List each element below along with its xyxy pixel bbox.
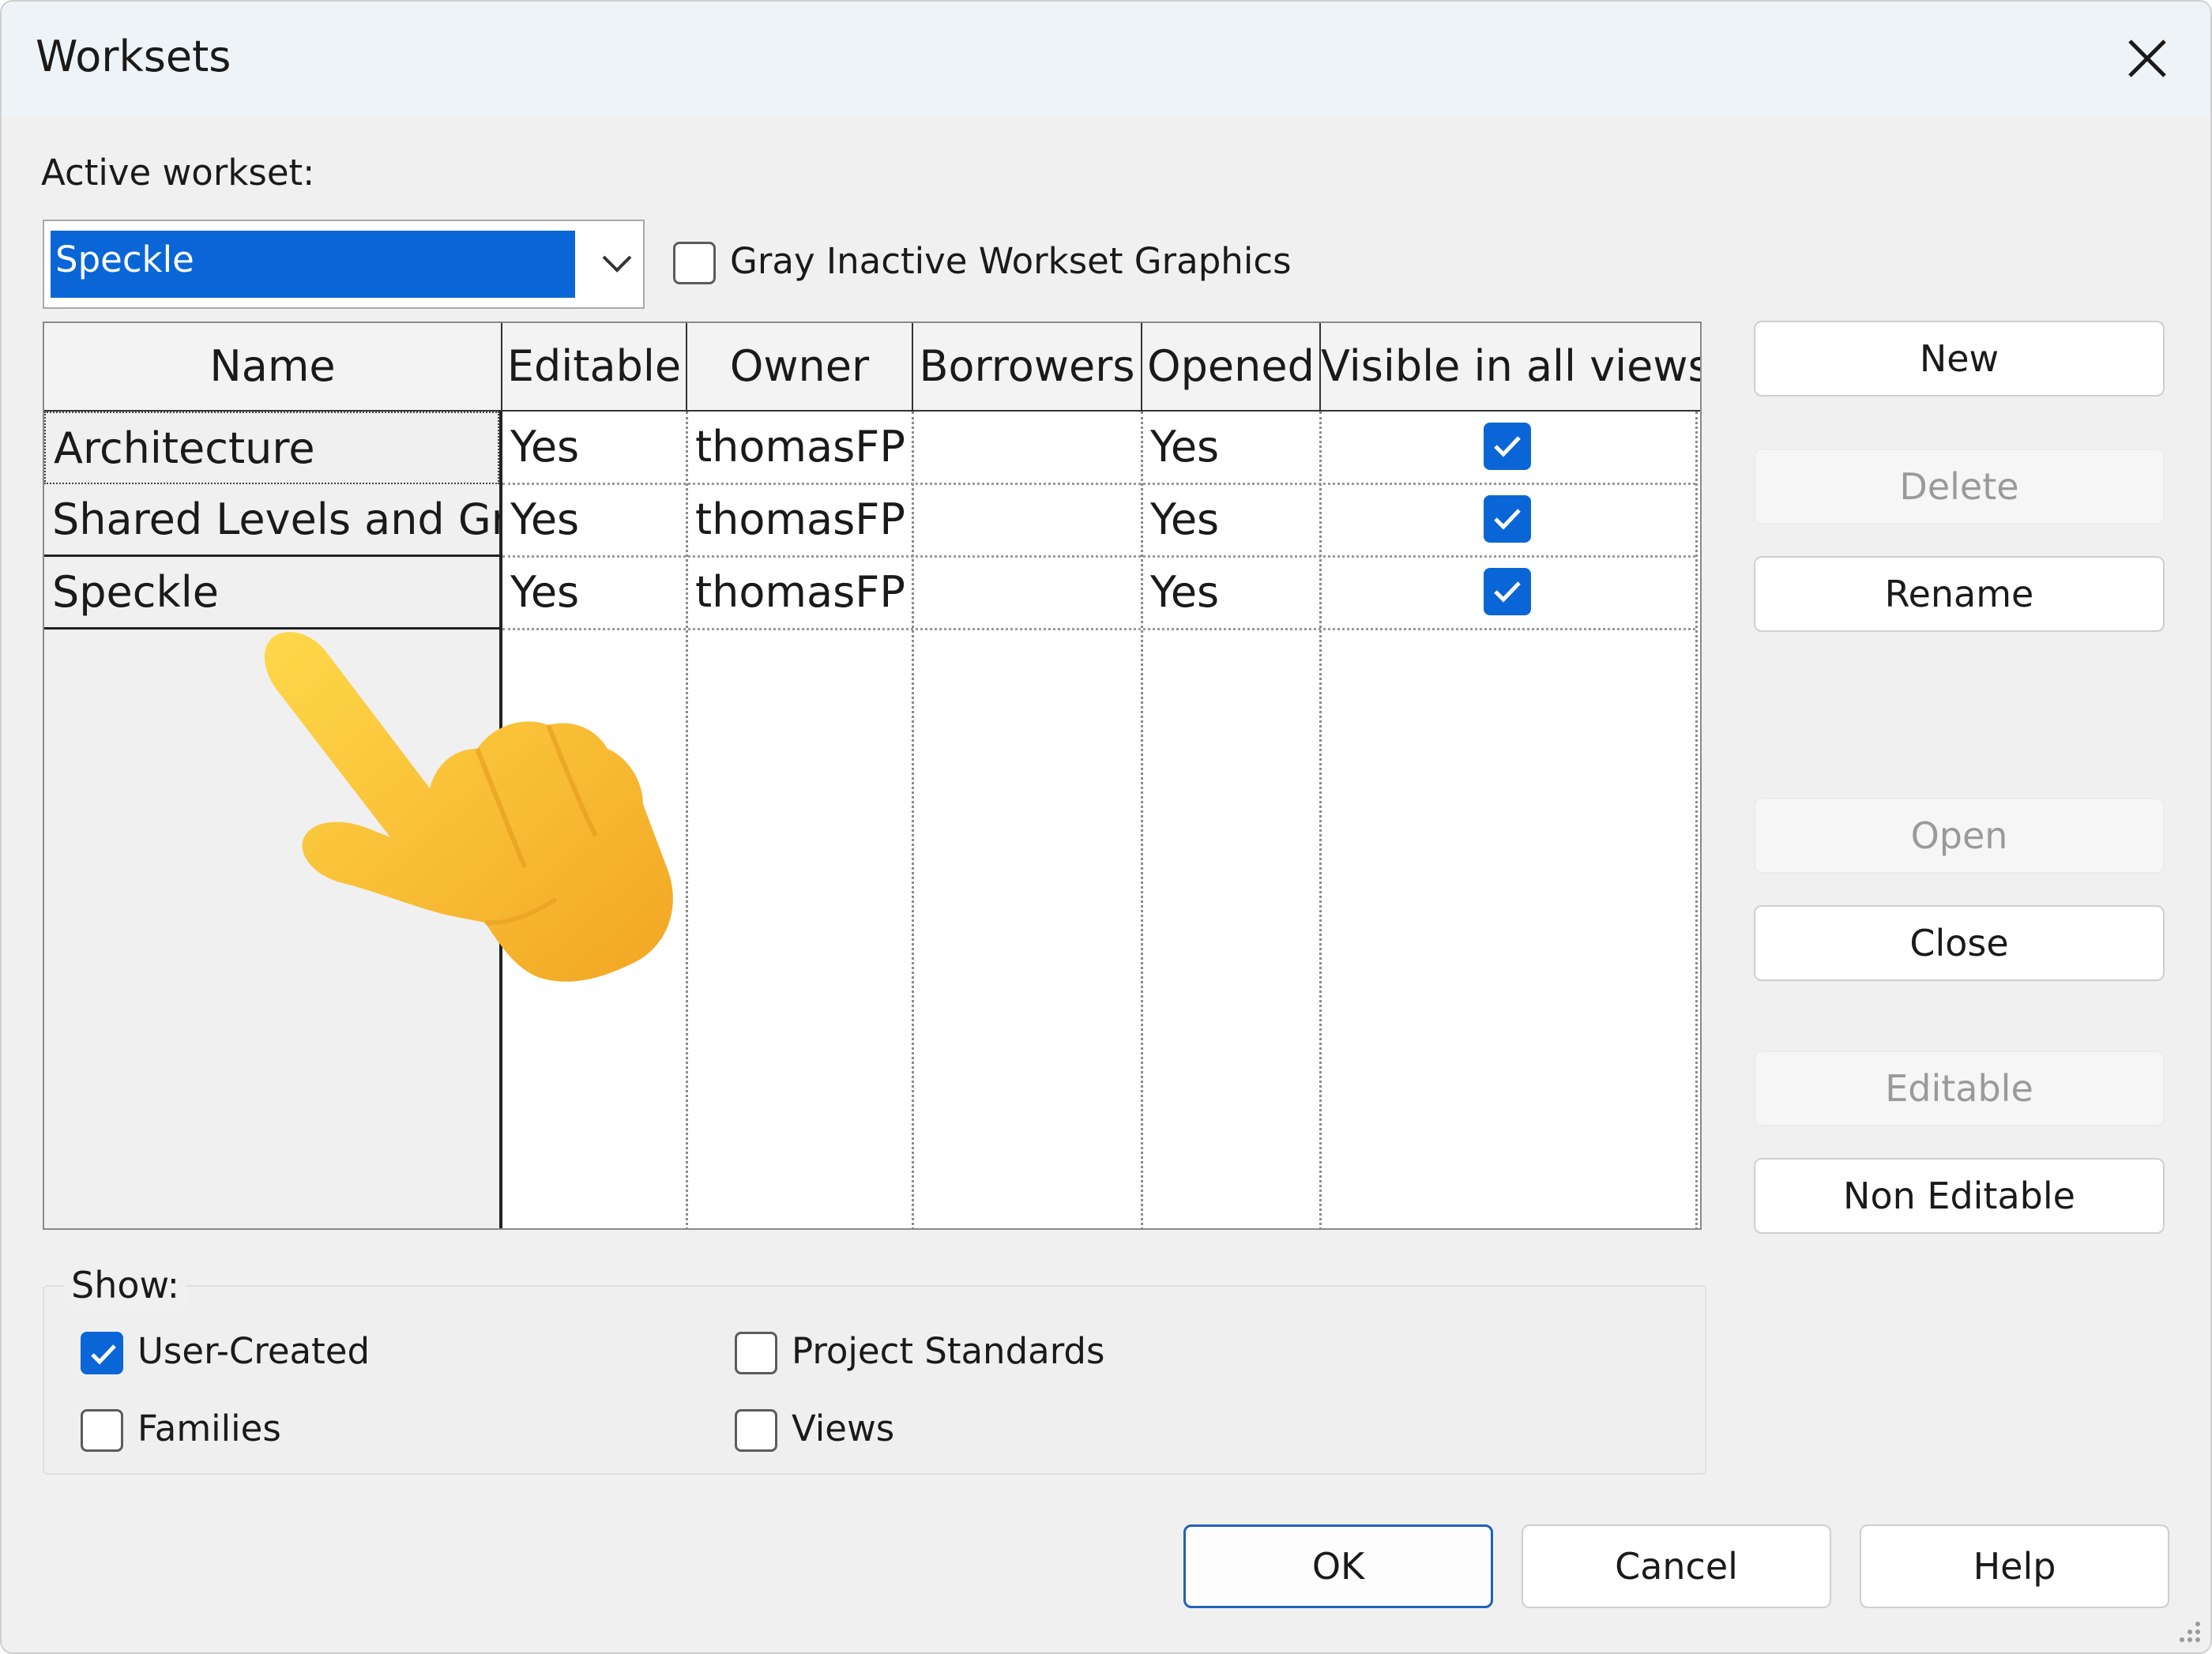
resize-grip-icon[interactable]: [2174, 1616, 2203, 1645]
workset-borrowers: [913, 557, 1141, 630]
project-standards-label: Project Standards: [792, 1330, 1105, 1372]
workset-opened[interactable]: Yes: [1142, 484, 1319, 557]
user-created-checkbox[interactable]: [81, 1332, 123, 1374]
workset-borrowers: [913, 484, 1141, 557]
worksets-dialog: Worksets Active workset: Speckle Gray In…: [0, 0, 2212, 1654]
editable-button[interactable]: Editable: [1754, 1051, 2165, 1126]
workset-name-speckle[interactable]: Speckle: [44, 557, 499, 630]
families-label: Families: [137, 1408, 281, 1449]
views-checkbox[interactable]: [735, 1409, 777, 1452]
families-checkbox[interactable]: [81, 1409, 123, 1452]
help-button[interactable]: Help: [1860, 1524, 2169, 1608]
non-editable-button[interactable]: Non Editable: [1754, 1158, 2165, 1234]
title-bar: Worksets: [2, 2, 2210, 117]
workset-owner: thomasFP: [695, 567, 905, 617]
pointing-hand-icon: [256, 630, 698, 994]
workset-opened[interactable]: Yes: [1142, 557, 1319, 630]
column-divider: [1319, 412, 1322, 1228]
workset-opened[interactable]: Yes: [1142, 412, 1319, 484]
visible-in-all-views-checkbox[interactable]: [1484, 568, 1531, 615]
active-workset-dropdown[interactable]: Speckle: [43, 220, 645, 309]
close-button[interactable]: Close: [1754, 905, 2165, 981]
new-button[interactable]: New: [1754, 321, 2165, 397]
show-title: Show:: [65, 1264, 186, 1306]
rename-button[interactable]: Rename: [1754, 556, 2165, 632]
active-workset-label: Active workset:: [41, 152, 315, 194]
ok-button[interactable]: OK: [1183, 1524, 1493, 1608]
workset-editable[interactable]: Yes: [502, 484, 686, 557]
visible-in-all-views-checkbox[interactable]: [1484, 423, 1531, 470]
workset-owner: thomasFP: [695, 422, 905, 472]
column-header-visible[interactable]: Visible in all views: [1321, 323, 1700, 412]
workset-owner: thomasFP: [695, 494, 905, 544]
visible-in-all-views-checkbox[interactable]: [1484, 495, 1531, 543]
dialog-title: Worksets: [36, 32, 231, 81]
gray-inactive-checkbox[interactable]: [673, 242, 716, 284]
workset-editable[interactable]: Yes: [502, 412, 686, 484]
workset-editable[interactable]: Yes: [502, 557, 686, 630]
open-button[interactable]: Open: [1754, 798, 2165, 874]
column-header-owner[interactable]: Owner: [687, 323, 913, 412]
views-label: Views: [792, 1408, 895, 1449]
column-header-borrowers[interactable]: Borrowers: [913, 323, 1142, 412]
column-header-opened[interactable]: Opened: [1142, 323, 1321, 412]
chevron-down-icon[interactable]: [600, 246, 634, 280]
column-divider: [1695, 412, 1698, 1228]
column-header-name[interactable]: Name: [44, 323, 502, 412]
gray-inactive-label: Gray Inactive Workset Graphics: [730, 240, 1292, 282]
user-created-label: User-Created: [137, 1330, 371, 1372]
active-workset-value: Speckle: [51, 231, 575, 298]
workset-name-architecture[interactable]: Architecture: [44, 412, 499, 484]
workset-name-shared-levels[interactable]: Shared Levels and Gri: [44, 484, 499, 557]
workset-borrowers: [913, 412, 1141, 484]
column-header-editable[interactable]: Editable: [502, 323, 687, 412]
delete-button[interactable]: Delete: [1754, 449, 2165, 524]
cancel-button[interactable]: Cancel: [1522, 1524, 1831, 1608]
close-icon[interactable]: [2125, 36, 2169, 81]
project-standards-checkbox[interactable]: [735, 1332, 777, 1374]
